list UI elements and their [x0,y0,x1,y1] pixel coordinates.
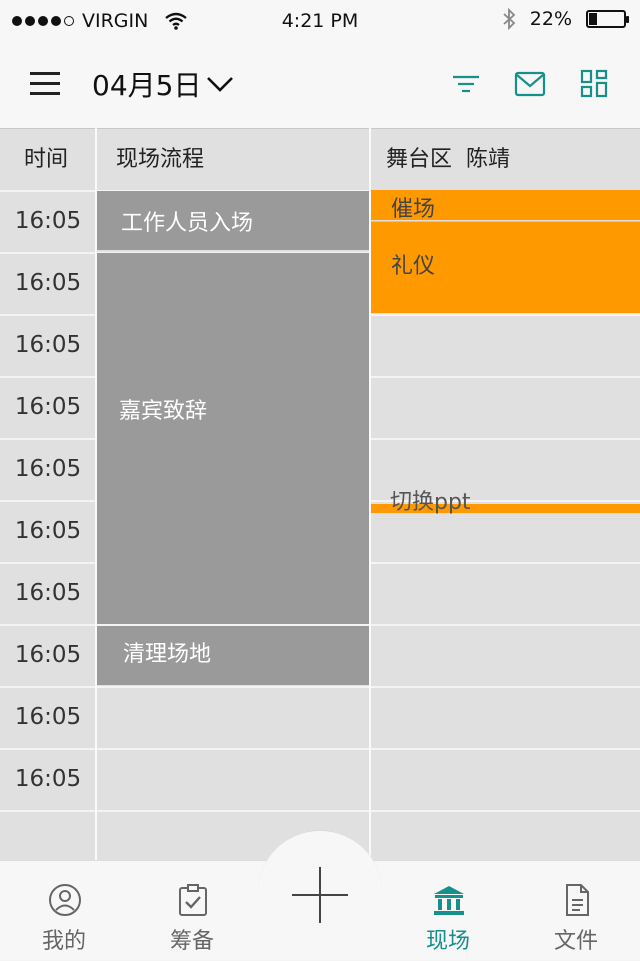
tab-label: 筹备 [169,929,214,954]
flow-item-staff-entry[interactable]: 工作人员入场 [97,191,369,250]
chevron-down-icon [207,77,234,92]
mail-icon[interactable] [514,68,546,100]
time-cell: 16:05 [14,394,82,420]
stage-item-label: 礼仪 [391,254,436,279]
tab-label: 现场 [425,929,470,954]
nav-bar: 04月5日 [0,40,640,128]
filter-icon[interactable] [450,68,482,100]
battery-percent: 22% [529,8,572,30]
menu-icon[interactable] [30,70,62,96]
stage-item-label: 催场 [391,197,436,222]
time-cell: 16:05 [14,208,82,234]
time-cell: 16:05 [14,704,82,730]
stage-item-label: 切换ppt [390,490,471,515]
time-cell: 16:05 [14,642,82,668]
flow-item-cleanup[interactable]: 清理场地 [97,626,369,685]
tab-label: 文件 [553,929,598,954]
time-cell: 16:05 [14,270,82,296]
bluetooth-icon [503,8,516,30]
user-circle-icon [49,884,81,916]
date-selector[interactable]: 04月5日 [92,64,235,104]
grid-icon[interactable] [578,68,610,100]
flow-item-label: 嘉宾致辞 [119,399,208,424]
bank-building-icon [434,886,464,915]
stage-item-call[interactable]: 催场 [371,190,640,222]
time-cell: 16:05 [14,332,82,358]
header-stage: 舞台区 陈靖 [386,147,510,172]
tab-prepare[interactable]: 筹备 [128,861,256,961]
tab-mine[interactable]: 我的 [0,861,128,961]
status-bar: VIRGIN 4:21 PM 22% [0,0,640,40]
tab-onsite[interactable]: 现场 [384,861,512,961]
flow-item-guest-speech[interactable]: 嘉宾致辞 [97,253,369,624]
date-label: 04月5日 [92,69,202,102]
time-cell: 16:05 [14,580,82,606]
time-cell: 16:05 [14,766,82,792]
time-cell: 16:05 [14,456,82,482]
add-button[interactable] [258,830,382,954]
battery-icon [586,10,629,28]
time-cell: 16:05 [14,518,82,544]
header-time: 时间 [24,147,69,172]
document-icon [566,884,589,916]
tab-files[interactable]: 文件 [512,861,640,961]
schedule-table: 时间 现场流程 舞台区 陈靖 16:05 16:05 16:05 16:05 16:05… [0,128,640,860]
clipboard-check-icon [179,884,207,916]
stage-item-etiquette[interactable]: 礼仪 [371,221,640,313]
flow-item-label: 工作人员入场 [121,211,254,236]
header-flow: 现场流程 [116,147,205,172]
tab-label: 我的 [41,929,86,954]
flow-item-label: 清理场地 [123,642,212,667]
